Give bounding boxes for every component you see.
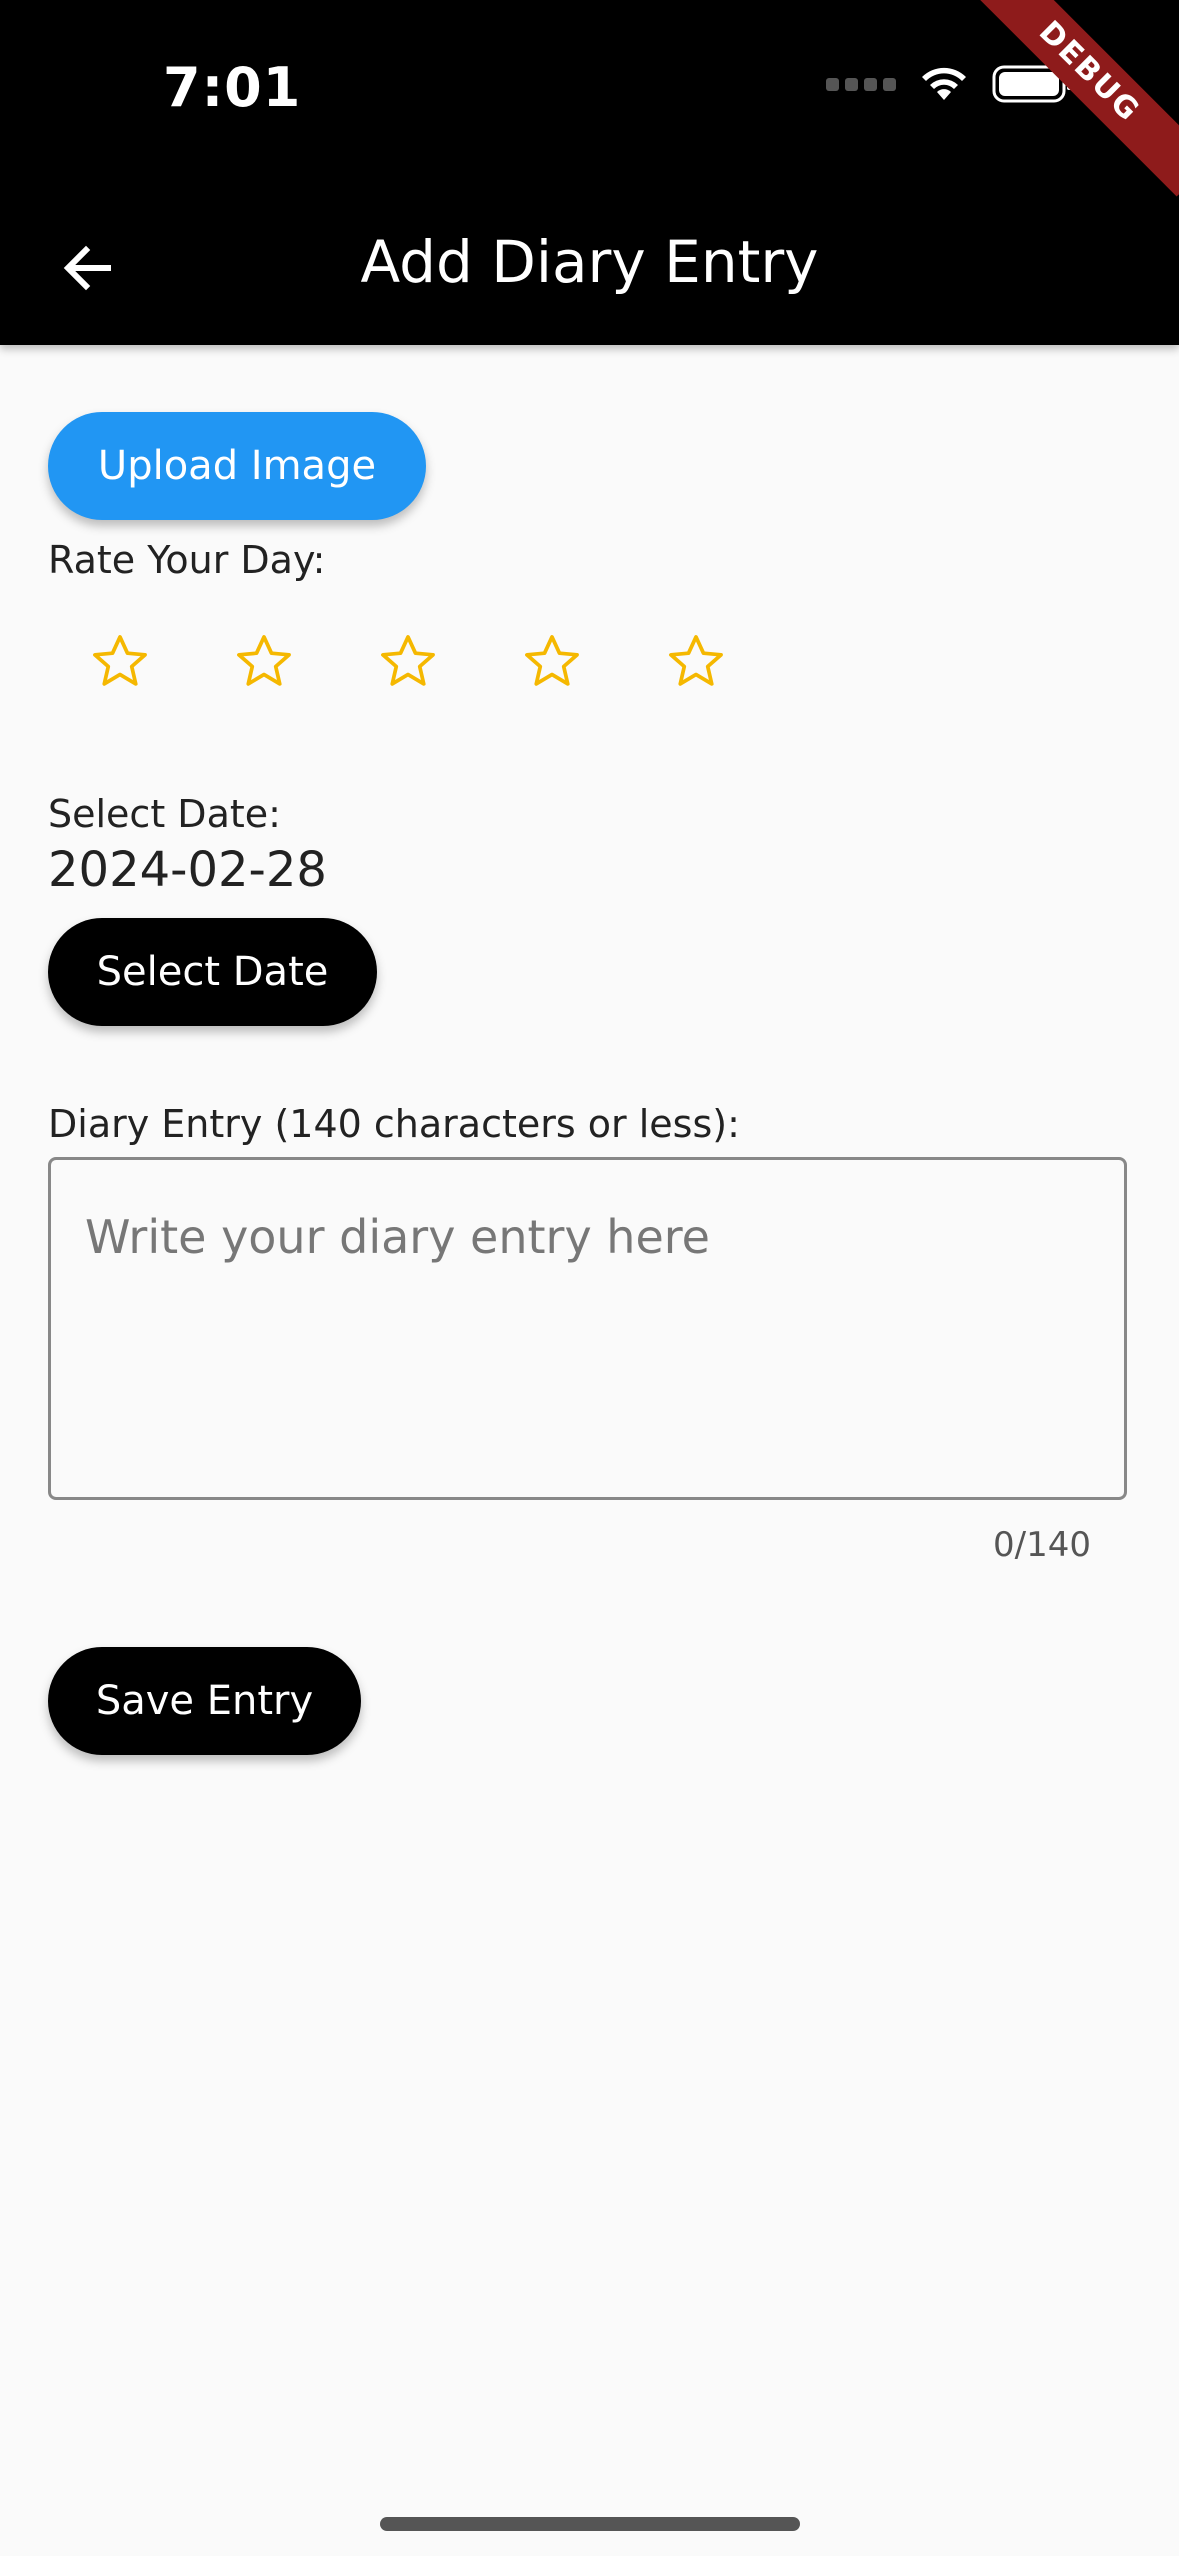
- star-rating: [88, 630, 728, 694]
- home-indicator[interactable]: [380, 2517, 800, 2531]
- app-header: 7:01 DEBUG Add Diary Entry: [0, 0, 1179, 345]
- page-title: Add Diary Entry: [360, 228, 819, 296]
- cellular-signal-icon: [826, 77, 896, 91]
- diary-entry-field[interactable]: [48, 1157, 1127, 1500]
- star-icon-5[interactable]: [664, 630, 728, 694]
- status-icons: [826, 64, 1074, 104]
- add-diary-entry-screen: 7:01 DEBUG Add Diary Entry Upload Image …: [0, 0, 1179, 2556]
- select-date-label: Select Date:: [48, 792, 281, 836]
- rate-your-day-label: Rate Your Day:: [48, 538, 326, 582]
- star-icon-1[interactable]: [88, 630, 152, 694]
- star-icon-3[interactable]: [376, 630, 440, 694]
- star-icon-4[interactable]: [520, 630, 584, 694]
- select-date-button[interactable]: Select Date: [48, 918, 377, 1026]
- diary-entry-label: Diary Entry (140 characters or less):: [48, 1102, 740, 1146]
- upload-image-button[interactable]: Upload Image: [48, 412, 426, 520]
- app-bar: Add Diary Entry: [0, 190, 1179, 345]
- star-icon-2[interactable]: [232, 630, 296, 694]
- selected-date-value: 2024-02-28: [48, 842, 327, 898]
- status-time: 7:01: [163, 56, 302, 119]
- save-entry-button[interactable]: Save Entry: [48, 1647, 361, 1755]
- wifi-icon: [922, 67, 966, 100]
- character-counter: 0/140: [993, 1525, 1091, 1565]
